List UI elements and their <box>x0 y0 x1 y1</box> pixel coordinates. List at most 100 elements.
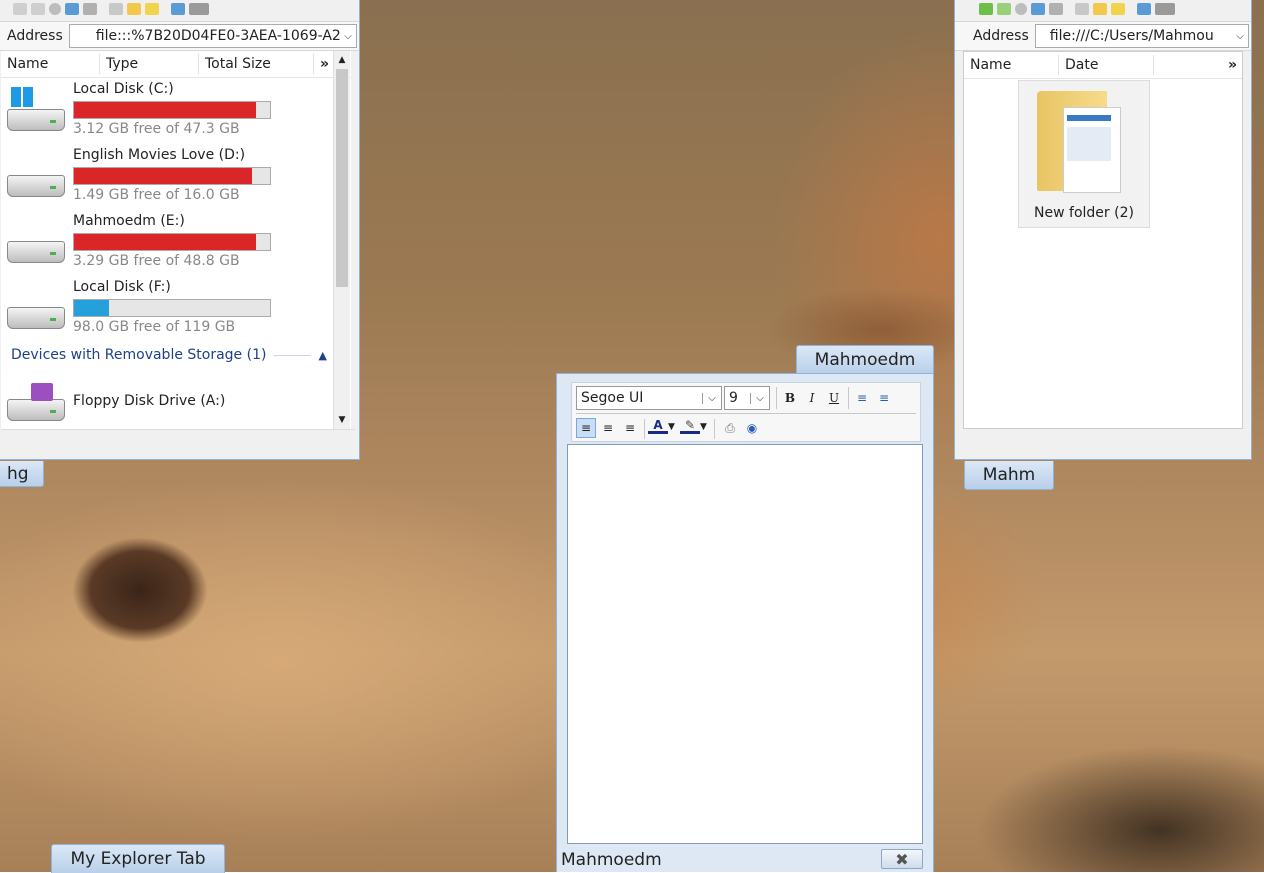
font-size-value: 9 <box>729 390 738 406</box>
stop-icon[interactable] <box>1015 3 1027 15</box>
editor-toolbar: Segoe UI ⌵ 9 ⌵ B I U ≡ ≡ ≡ ≡ ≡ A ▼ ✎ ▼ ⎙… <box>571 382 921 442</box>
copy-icon[interactable] <box>109 3 123 15</box>
drive-usage-bar <box>73 167 271 185</box>
drive-usage-bar <box>73 299 271 317</box>
bold-button[interactable]: B <box>780 388 800 408</box>
column-name[interactable]: Name <box>964 57 1058 73</box>
home-icon[interactable] <box>1049 3 1063 15</box>
pin-icon[interactable] <box>1137 3 1151 15</box>
drive-item-a[interactable]: Floppy Disk Drive (A:) <box>5 381 325 425</box>
align-center-icon[interactable]: ≡ <box>598 418 618 438</box>
folder-icon[interactable] <box>127 3 141 15</box>
hard-drive-icon <box>7 307 65 329</box>
windows-drive-icon <box>7 109 65 131</box>
numbered-list-icon[interactable]: ≡ <box>874 388 894 408</box>
chevron-down-icon[interactable]: ⌵ <box>1232 31 1248 42</box>
left-address-label: Address <box>7 28 63 44</box>
right-explorer-window: Address file:///C:/Users/Mahmou ⌵ Name D… <box>954 0 1252 460</box>
wallpaper-paw <box>40 500 240 680</box>
editor-footer: Mahmoedm ✖ <box>557 848 933 872</box>
left-address-field[interactable]: file:::%7B20D04FE0-3AEA-1069-A2D ⌵ <box>68 24 357 48</box>
right-address-text: file:///C:/Users/Mahmou <box>1049 28 1214 44</box>
drive-name: Local Disk (C:) <box>73 81 174 97</box>
drive-usage-bar <box>73 233 271 251</box>
drive-free-space: 3.12 GB free of 47.3 GB <box>73 121 240 137</box>
hard-drive-icon <box>7 175 65 197</box>
refresh-icon[interactable] <box>1031 3 1045 15</box>
left-window-bottom-edge <box>1 429 355 456</box>
column-total-size[interactable]: Total Size <box>199 56 313 72</box>
column-name[interactable]: Name <box>1 56 99 72</box>
collapse-chevron-up-icon[interactable]: ▲ <box>319 349 327 362</box>
back-icon[interactable] <box>979 3 993 15</box>
refresh-icon[interactable] <box>65 3 79 15</box>
view-options-icon[interactable] <box>1155 3 1175 15</box>
column-date[interactable]: Date <box>1059 57 1153 73</box>
folder-item[interactable]: New folder (2) <box>1018 80 1150 228</box>
align-left-icon[interactable]: ≡ <box>576 418 596 438</box>
right-address-field[interactable]: file:///C:/Users/Mahmou ⌵ <box>1034 24 1249 48</box>
chevron-down-icon[interactable]: ▼ <box>668 422 675 432</box>
pin-icon[interactable] <box>171 3 185 15</box>
drive-item-e[interactable]: Mahmoedm (E:) 3.29 GB free of 48.8 GB <box>5 213 325 277</box>
drive-name: Mahmoedm (E:) <box>73 213 185 229</box>
right-toolbar <box>955 0 1251 19</box>
chevron-down-icon[interactable]: ⌵ <box>340 31 356 42</box>
folder-name: New folder (2) <box>1034 205 1134 221</box>
left-column-header: Name Type Total Size » <box>1 51 351 78</box>
drive-item-d[interactable]: English Movies Love (D:) 1.49 GB free of… <box>5 147 325 211</box>
favorite-star-icon[interactable] <box>1111 3 1125 15</box>
scroll-down-arrow-icon[interactable]: ▼ <box>334 411 350 429</box>
left-address-text: file:::%7B20D04FE0-3AEA-1069-A2D <box>95 28 340 44</box>
close-icon[interactable]: ✖ <box>881 849 923 869</box>
more-columns-icon[interactable]: » <box>1222 57 1242 73</box>
print-icon[interactable]: ⎙ <box>720 418 740 438</box>
right-address-row: Address file:///C:/Users/Mahmou ⌵ <box>955 21 1251 51</box>
back-icon[interactable] <box>13 3 27 15</box>
forward-icon[interactable] <box>997 3 1011 15</box>
highlight-pen-icon[interactable]: ✎ <box>680 418 700 434</box>
drive-free-space: 1.49 GB free of 16.0 GB <box>73 187 240 203</box>
favorite-star-icon[interactable] <box>145 3 159 15</box>
align-right-icon[interactable]: ≡ <box>620 418 640 438</box>
tab-mahmoedm-editor[interactable]: Mahmoedm <box>796 345 934 374</box>
chevron-down-icon[interactable]: ▼ <box>700 422 707 432</box>
bullet-list-icon[interactable]: ≡ <box>852 388 872 408</box>
tab-mahm[interactable]: Mahm <box>964 461 1054 490</box>
folder-icon[interactable] <box>1093 3 1107 15</box>
underline-button[interactable]: U <box>824 388 844 408</box>
copy-icon[interactable] <box>1075 3 1089 15</box>
editor-text-area[interactable] <box>567 444 923 844</box>
font-size-select[interactable]: 9 ⌵ <box>724 386 770 410</box>
chevron-down-icon[interactable]: ⌵ <box>702 392 721 404</box>
scrollbar-thumb[interactable] <box>336 69 348 287</box>
drive-item-f[interactable]: Local Disk (F:) 98.0 GB free of 119 GB <box>5 279 325 343</box>
drive-name: Floppy Disk Drive (A:) <box>73 393 226 409</box>
text-color-icon[interactable]: A <box>648 418 668 434</box>
view-options-icon[interactable] <box>189 3 209 15</box>
left-scrollbar[interactable]: ▲ ▼ <box>333 51 350 429</box>
right-address-label: Address <box>973 28 1029 44</box>
find-binoculars-icon[interactable]: ◉ <box>742 418 762 438</box>
floppy-drive-icon <box>7 399 65 421</box>
drive-item-c[interactable]: Local Disk (C:) 3.12 GB free of 47.3 GB <box>5 81 325 145</box>
removable-storage-group[interactable]: Devices with Removable Storage (1) ▲ <box>11 345 327 365</box>
hard-drive-icon <box>7 241 65 263</box>
scroll-up-arrow-icon[interactable]: ▲ <box>334 51 350 69</box>
font-select[interactable]: Segoe UI ⌵ <box>576 386 722 410</box>
left-toolbar <box>0 0 359 19</box>
right-column-header: Name Date » <box>964 52 1242 79</box>
italic-button[interactable]: I <box>802 388 822 408</box>
chevron-down-icon[interactable]: ⌵ <box>750 392 769 404</box>
column-type[interactable]: Type <box>100 56 198 72</box>
tab-my-explorer[interactable]: My Explorer Tab <box>51 844 225 873</box>
tab-hg[interactable]: hg <box>0 461 44 487</box>
home-icon[interactable] <box>83 3 97 15</box>
group-header-label: Devices with Removable Storage (1) <box>11 347 267 363</box>
drive-free-space: 3.29 GB free of 48.8 GB <box>73 253 240 269</box>
forward-icon[interactable] <box>31 3 45 15</box>
drive-name: English Movies Love (D:) <box>73 147 246 163</box>
stop-icon[interactable] <box>49 3 61 15</box>
left-file-list: Name Type Total Size » Local Disk (C:) 3… <box>1 51 351 429</box>
right-file-list: Name Date » New folder (2) <box>963 51 1243 429</box>
